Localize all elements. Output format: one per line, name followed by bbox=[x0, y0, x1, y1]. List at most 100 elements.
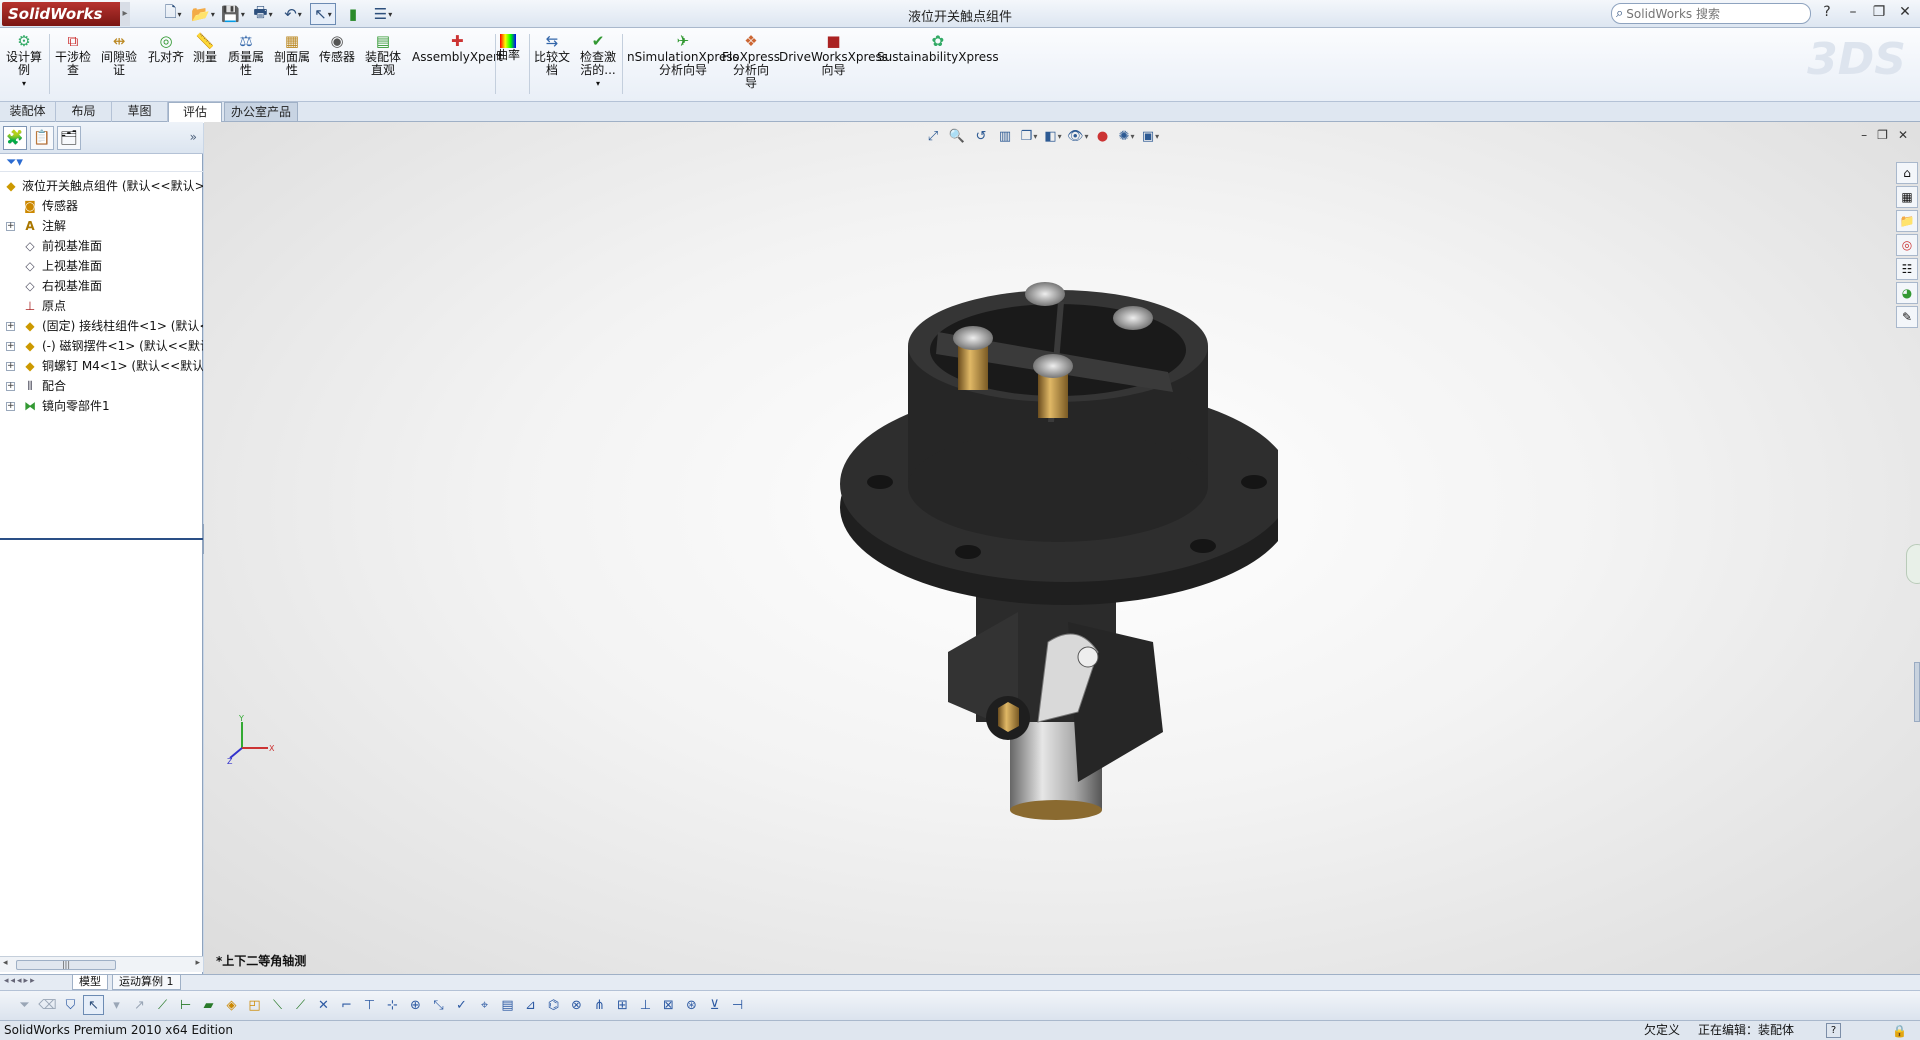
filter-planes-icon[interactable]: ⟋ bbox=[290, 995, 311, 1015]
viewport-minimize-icon[interactable]: – bbox=[1861, 128, 1867, 142]
viewport-restore-icon[interactable]: ❐ bbox=[1877, 128, 1888, 142]
rebuild-traffic-light-icon[interactable]: ▮ bbox=[340, 3, 366, 25]
custom-properties-icon[interactable]: ✎ bbox=[1896, 306, 1918, 328]
clear-filters-icon[interactable]: ⌫ bbox=[37, 995, 58, 1015]
expand-toggle-icon[interactable]: + bbox=[6, 402, 15, 411]
solidworks-logo[interactable]: SolidWorks ▸ bbox=[2, 2, 130, 26]
filter-surface-finish-icon[interactable]: ✓ bbox=[451, 995, 472, 1015]
print-icon[interactable]: 🖶 ▾ bbox=[250, 3, 276, 25]
select-other-icon[interactable]: ↗ bbox=[129, 995, 150, 1015]
viewport-close-icon[interactable]: ✕ bbox=[1898, 128, 1908, 142]
status-lock-icon[interactable]: 🔒 bbox=[1892, 1022, 1907, 1040]
previous-view-icon[interactable]: ↺ bbox=[971, 126, 991, 146]
zoom-to-fit-icon[interactable]: ⤢ bbox=[923, 126, 943, 146]
interference-button[interactable]: ⧉ 干涉检 查 bbox=[55, 32, 91, 77]
floxpress-button[interactable]: ❖ FloXpress 分析向 导 bbox=[722, 32, 780, 90]
tree-item[interactable]: + ◆ (-) 磁钢摆件<1> (默认<<默认 bbox=[0, 336, 203, 356]
feature-tree-tab-icon[interactable]: 🧩 bbox=[3, 126, 27, 150]
filter-toggle-icon[interactable]: ⏷ bbox=[14, 995, 35, 1015]
filter-sketch-segments-icon[interactable]: ⌐ bbox=[336, 995, 357, 1015]
viewport-scroll-thumb[interactable] bbox=[1914, 662, 1920, 722]
hole-align-button[interactable]: ◎ 孔对齐 bbox=[148, 32, 184, 64]
edit-appearance-icon[interactable]: ● bbox=[1093, 126, 1113, 146]
tab-office-products[interactable]: 办公室产品 bbox=[224, 102, 298, 122]
tree-item[interactable]: ◇ 右视基准面 bbox=[0, 276, 203, 296]
mass-props-button[interactable]: ⚖ 质量属 性 bbox=[228, 32, 264, 77]
search-box[interactable]: ⌕ bbox=[1611, 3, 1811, 24]
filter-icon[interactable]: ⏷▾ bbox=[6, 155, 23, 170]
tab-motion-study[interactable]: 运动算例 1 bbox=[112, 975, 181, 990]
scroll-right-icon[interactable]: ▸ bbox=[195, 958, 200, 968]
flyout-badge[interactable] bbox=[1906, 544, 1920, 584]
filter-midpoints-icon[interactable]: ⊤ bbox=[359, 995, 380, 1015]
view-settings-icon[interactable]: ▣ ▾ bbox=[1141, 126, 1161, 146]
tree-item[interactable]: ⊥ 原点 bbox=[0, 296, 203, 316]
expand-toggle-icon[interactable]: + bbox=[6, 322, 15, 331]
select-icon[interactable]: ↖ bbox=[83, 995, 104, 1015]
hide-show-icon[interactable]: 👁 ▾ bbox=[1067, 126, 1089, 146]
minimize-icon[interactable]: – bbox=[1844, 4, 1862, 20]
filter-solid-bodies-icon[interactable]: ◰ bbox=[244, 995, 265, 1015]
sustainability-button[interactable]: ✿ SustainabilityXpress bbox=[877, 32, 999, 64]
display-style-icon[interactable]: ◧ ▾ bbox=[1043, 126, 1063, 146]
zoom-to-area-icon[interactable]: 🔍 bbox=[947, 126, 967, 146]
tree-item[interactable]: + ◆ 铜螺钉 M4<1> (默认<<默认 bbox=[0, 356, 203, 376]
filter-blocks-icon[interactable]: ⊞ bbox=[612, 995, 633, 1015]
expand-toggle-icon[interactable]: + bbox=[6, 362, 15, 371]
curvature-button[interactable]: 曲率 bbox=[496, 32, 520, 62]
filter-center-marks-icon[interactable]: ⊹ bbox=[382, 995, 403, 1015]
apply-scene-icon[interactable]: ✺ ▾ bbox=[1117, 126, 1137, 146]
measure-button[interactable]: 📏 测量 bbox=[193, 32, 217, 64]
filter-vertices-icon[interactable]: ⟋ bbox=[152, 995, 173, 1015]
check-active-button[interactable]: ✔ 检查激 活的... ▾ bbox=[580, 32, 616, 90]
tab-evaluate[interactable]: 评估 bbox=[168, 102, 222, 123]
assembly-visual-button[interactable]: ▤ 装配体 直观 bbox=[365, 32, 401, 77]
graphics-viewport[interactable]: ⤢ 🔍 ↺ ▥ ❒ ▾ ◧ ▾ 👁 ▾ ● ✺ ▾ ▣ ▾ – ❐ ✕ ⌂ ▦ 📁 ◎ ☷… bbox=[204, 122, 1920, 974]
tree-root[interactable]: ◆ 液位开关触点组件 (默认<<默认> bbox=[0, 176, 203, 196]
filter-edges-icon[interactable]: ⊢ bbox=[175, 995, 196, 1015]
expand-toggle-icon[interactable]: + bbox=[6, 342, 15, 351]
select-dropdown-icon[interactable]: ▾ bbox=[106, 995, 127, 1015]
tree-item[interactable]: ◇ 前视基准面 bbox=[0, 236, 203, 256]
tab-assembly[interactable]: 装配体 bbox=[0, 102, 56, 122]
view-orientation-icon[interactable]: ❒ ▾ bbox=[1019, 126, 1039, 146]
tree-item[interactable]: + ⫴ 配合 bbox=[0, 376, 203, 396]
file-explorer-icon[interactable]: 📁 bbox=[1896, 210, 1918, 232]
restore-icon[interactable]: ❐ bbox=[1870, 4, 1888, 20]
section-view-icon[interactable]: ▥ bbox=[995, 126, 1015, 146]
filter-notes-icon[interactable]: ▤ bbox=[497, 995, 518, 1015]
assemblyxpert-button[interactable]: ✚ AssemblyXpert bbox=[412, 32, 503, 64]
search-input[interactable] bbox=[1626, 6, 1797, 21]
open-folder-icon[interactable]: 📂 ▾ bbox=[190, 3, 216, 25]
filter-dimensions-icon[interactable]: ⤡ bbox=[428, 995, 449, 1015]
design-study-button[interactable]: ⚙ 设计算 例 ▾ bbox=[6, 32, 42, 90]
filter-welds-icon[interactable]: ⊣ bbox=[727, 995, 748, 1015]
appearances-icon[interactable]: ◕ bbox=[1896, 282, 1918, 304]
scrollbar-thumb[interactable]: ||| bbox=[16, 960, 116, 970]
view-palette-icon[interactable]: ☷ bbox=[1896, 258, 1918, 280]
property-manager-tab-icon[interactable]: 📋 bbox=[30, 126, 54, 150]
filter-cosmetic-threads-icon[interactable]: ⋔ bbox=[589, 995, 610, 1015]
dropdown-arrow-icon[interactable]: ▾ bbox=[22, 77, 26, 90]
dropdown-arrow-icon[interactable]: ▾ bbox=[596, 77, 600, 90]
tree-item[interactable]: + ⧓ 镜向零部件1 bbox=[0, 396, 203, 416]
tree-item[interactable]: + ◆ (固定) 接线柱组件<1> (默认< bbox=[0, 316, 203, 336]
undo-icon[interactable]: ↶ ▾ bbox=[280, 3, 306, 25]
rollback-bar[interactable] bbox=[0, 538, 203, 540]
home-icon[interactable]: ⌂ bbox=[1896, 162, 1918, 184]
filter-weld-symbols-icon[interactable]: ⌬ bbox=[543, 995, 564, 1015]
filter-dowel-pins-icon[interactable]: ⊥ bbox=[635, 995, 656, 1015]
design-library-icon[interactable]: ▦ bbox=[1896, 186, 1918, 208]
assembly-model-render[interactable] bbox=[818, 262, 1278, 842]
logo-menu-arrow-icon[interactable]: ▸ bbox=[120, 2, 130, 26]
clearance-button[interactable]: ⇹ 间隙验 证 bbox=[101, 32, 137, 77]
options-icon[interactable]: ☰ ▾ bbox=[370, 3, 396, 25]
tree-item[interactable]: + A 注解 bbox=[0, 216, 203, 236]
filter-faces-icon[interactable]: ▰ bbox=[198, 995, 219, 1015]
section-props-button[interactable]: ▦ 剖面属 性 bbox=[274, 32, 310, 77]
tab-layout[interactable]: 布局 bbox=[56, 102, 112, 122]
select-pointer-icon[interactable]: ↖ ▾ bbox=[310, 3, 336, 25]
search-results-icon[interactable]: ◎ bbox=[1896, 234, 1918, 256]
driveworks-button[interactable]: ■ DriveWorksXpress 向导 bbox=[779, 32, 888, 77]
filter-datum-targets-icon[interactable]: ⊗ bbox=[566, 995, 587, 1015]
